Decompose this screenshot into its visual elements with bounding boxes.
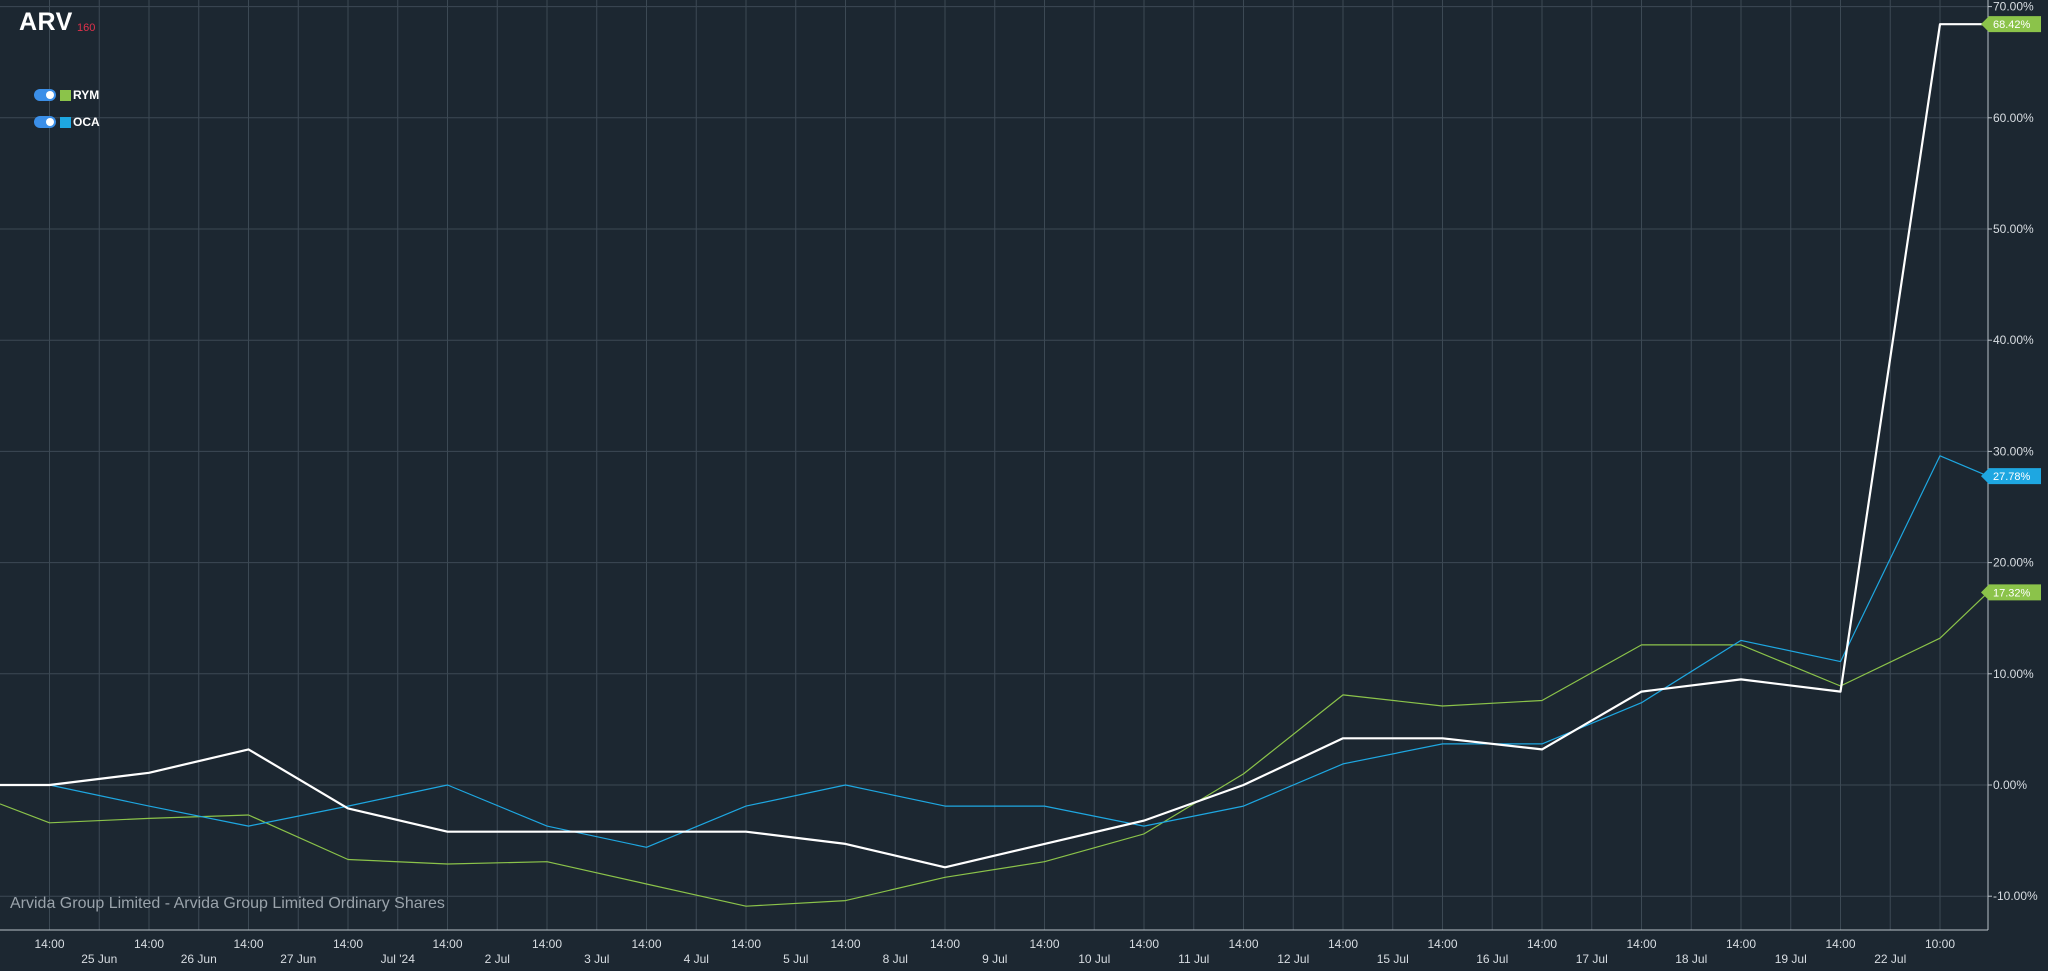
legend-item-rym[interactable]: RYM: [34, 86, 99, 104]
grid: [0, 0, 1988, 930]
x-tick-time: 14:00: [333, 937, 363, 951]
end-label-text: 68.42%: [1993, 19, 2031, 31]
ticker-subscript: 160: [77, 22, 96, 34]
x-tick-time: 14:00: [1228, 937, 1258, 951]
x-tick-date: 11 Jul: [1178, 952, 1209, 966]
x-tick-time: 14:00: [34, 937, 64, 951]
x-tick-date: 9 Jul: [982, 952, 1007, 966]
x-tick-date: 12 Jul: [1277, 952, 1309, 966]
company-name: Arvida Group Limited - Arvida Group Limi…: [10, 895, 445, 912]
x-tick-date: 2 Jul: [485, 952, 510, 966]
x-tick-time: 14:00: [1527, 937, 1557, 951]
legend-swatch-oca: [60, 116, 71, 128]
x-tick-time: 14:00: [731, 937, 761, 951]
x-tick-time: 14:00: [930, 937, 960, 951]
x-tick-date: 26 Jun: [181, 952, 217, 966]
x-tick-time: 14:00: [1726, 937, 1756, 951]
x-tick-date: 27 Jun: [280, 952, 316, 966]
x-tick-date: 15 Jul: [1377, 952, 1409, 966]
y-tick-label: 60.00%: [1993, 111, 2034, 125]
x-tick-time: 14:00: [1427, 937, 1457, 951]
x-tick-date: 10 Jul: [1078, 952, 1110, 966]
x-tick-time: 14:00: [432, 937, 462, 951]
x-tick-time: 14:00: [1029, 937, 1059, 951]
legend-swatch-rym: [60, 89, 71, 101]
legend-item-oca[interactable]: OCA: [34, 113, 100, 131]
x-tick-time: 14:00: [532, 937, 562, 951]
end-label-oca: 27.78%: [1981, 468, 2041, 485]
x-tick-date: 5 Jul: [783, 952, 808, 966]
x-tick-time: 14:00: [1626, 937, 1656, 951]
x-tick-time: 10:00: [1925, 937, 1955, 951]
end-label-text: 17.32%: [1993, 587, 2031, 599]
x-tick-date: 19 Jul: [1775, 952, 1807, 966]
y-tick-label: -10.00%: [1993, 889, 2038, 903]
x-tick-time: 14:00: [1825, 937, 1855, 951]
x-tick-date: Jul '24: [381, 952, 416, 966]
x-tick-date: 8 Jul: [883, 952, 908, 966]
x-tick-date: 17 Jul: [1576, 952, 1608, 966]
end-label-rym: 17.32%: [1981, 584, 2041, 601]
y-tick-label: 50.00%: [1993, 222, 2034, 236]
x-tick-time: 14:00: [830, 937, 860, 951]
legend-label-rym: RYM: [73, 88, 100, 102]
toggle-icon[interactable]: [34, 116, 56, 128]
y-tick-label: 30.00%: [1993, 444, 2034, 458]
x-tick-date: 16 Jul: [1476, 952, 1508, 966]
x-tick-time: 14:00: [1328, 937, 1358, 951]
x-tick-date: 25 Jun: [81, 952, 117, 966]
x-tick-date: 18 Jul: [1675, 952, 1707, 966]
x-tick-time: 14:00: [631, 937, 661, 951]
y-tick-label: 70.00%: [1993, 0, 2034, 14]
toggle-icon[interactable]: [34, 89, 56, 101]
x-tick-time: 14:00: [1129, 937, 1159, 951]
x-tick-time: 14:00: [233, 937, 263, 951]
x-tick-date: 3 Jul: [584, 952, 609, 966]
x-tick-time: 14:00: [134, 937, 164, 951]
y-tick-label: 20.00%: [1993, 556, 2034, 570]
price-chart[interactable]: 70.00% 60.00% 50.00% 40.00% 30.00% 20.00% 10.0…: [0, 0, 2048, 971]
ticker-symbol: ARV: [19, 8, 73, 36]
end-label-text: 27.78%: [1993, 471, 2031, 483]
y-tick-label: 10.00%: [1993, 667, 2034, 681]
legend-label-oca: OCA: [73, 115, 100, 129]
end-label-arv: 68.42%: [1981, 16, 2041, 33]
y-tick-label: 40.00%: [1993, 333, 2034, 347]
y-tick-label: 0.00%: [1993, 778, 2027, 792]
x-tick-date: 22 Jul: [1874, 952, 1906, 966]
x-tick-date: 4 Jul: [684, 952, 709, 966]
